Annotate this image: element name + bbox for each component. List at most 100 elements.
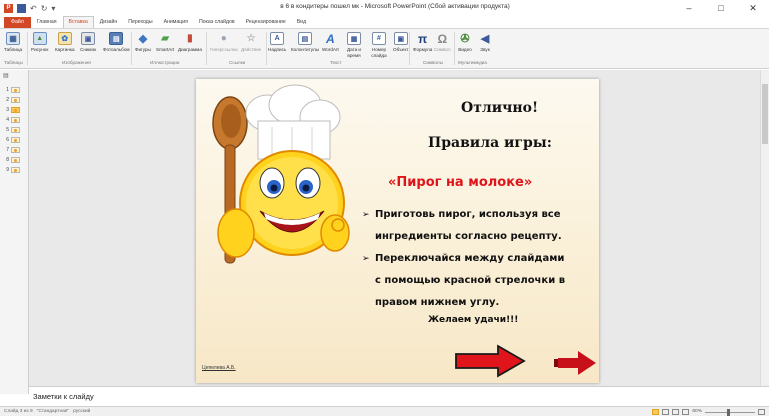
theme-name: "Стандартная" (36, 409, 70, 414)
group-label-tables: Таблицы (4, 60, 23, 65)
tab-file[interactable]: Файл (4, 17, 31, 28)
tab-view[interactable]: Вид (292, 17, 311, 28)
slide-thumbnail[interactable]: 1 (5, 86, 25, 93)
ribbon-insert: ▦ Таблица ▲ Рисунок ✿ Картинка ▣ Снимок … (0, 29, 769, 69)
sorter-view-icon[interactable] (662, 409, 670, 415)
header-footer-button[interactable]: ▤ Колонтитулы (291, 32, 319, 53)
slide-canvas[interactable]: Отлично! Правила игры: «Пирог на молоке»… (196, 79, 599, 383)
maximize-button[interactable]: □ (705, 0, 737, 17)
tab-home[interactable]: Главная (32, 17, 62, 28)
slide-preview (11, 146, 20, 153)
photo-album-button[interactable]: ▤ Фотоальбом (103, 32, 130, 53)
object-button[interactable]: ▣ Объект (393, 32, 409, 53)
group-separator (454, 32, 455, 65)
list-item-continuation: с помощью красной стрелочки в (375, 275, 566, 286)
shapes-button[interactable]: ◆ Фигуры (135, 32, 151, 53)
scrollbar-thumb[interactable] (762, 84, 768, 144)
slide-counter: Слайд 3 из 9 (4, 409, 33, 414)
pane-toggle-icon[interactable]: ▤ (3, 73, 10, 79)
zoom-level[interactable]: 60% (692, 408, 702, 416)
redo-icon[interactable]: ↻ (41, 4, 48, 13)
slide-thumbnail[interactable]: 5 (5, 126, 25, 133)
minimize-button[interactable]: – (673, 0, 705, 17)
bullet-arrow-icon: ➢ (362, 210, 370, 220)
equation-button[interactable]: π Формула (413, 32, 432, 53)
tab-design[interactable]: Дизайн (95, 17, 122, 28)
object-icon: ▣ (393, 32, 408, 45)
zoom-slider-thumb[interactable] (727, 408, 730, 416)
symbol-button[interactable]: Ω Символ (434, 32, 451, 53)
red-arrow-icon[interactable] (454, 344, 526, 378)
action-button[interactable]: ☆ Действие (241, 32, 261, 53)
clipart-button[interactable]: ✿ Картинка (55, 32, 75, 53)
list-item-continuation: правом нижнем углу. (375, 297, 500, 308)
speaker-icon: ◀ (480, 33, 490, 45)
view-controls: 60% (652, 408, 765, 416)
tab-review[interactable]: Рецензирование (241, 17, 291, 28)
slide-number-button[interactable]: # Номер слайда (368, 32, 390, 59)
audio-button[interactable]: ◀ Звук (478, 32, 492, 53)
smartart-button[interactable]: ▰ SmartArt (156, 32, 174, 53)
calendar-icon: ▦ (347, 32, 361, 45)
slide-thumbnail[interactable]: 7 (5, 146, 25, 153)
fit-to-window-icon[interactable] (758, 409, 765, 415)
chart-button[interactable]: ▮ Диаграмма (178, 32, 202, 53)
wordart-button[interactable]: A WordArt (322, 32, 339, 53)
slide-thumbnail-pane: ▤ 1 2 3 4 5 6 7 8 9 (0, 70, 29, 394)
slide-thumbnail[interactable]: 4 (5, 116, 25, 123)
slide-preview (11, 106, 20, 113)
undo-icon[interactable]: ↶ (30, 4, 37, 13)
notes-pane[interactable]: Заметки к слайду (29, 386, 769, 406)
language-indicator[interactable]: русский (73, 408, 90, 416)
date-time-button[interactable]: ▦ Дата и время (345, 32, 363, 59)
normal-view-icon[interactable] (652, 409, 660, 415)
next-slide-arrow-icon[interactable] (554, 350, 598, 376)
slideshow-view-icon[interactable] (682, 409, 690, 415)
screenshot-button[interactable]: ▣ Снимок (80, 32, 96, 53)
slide-preview (11, 96, 20, 103)
group-separator (409, 32, 410, 65)
tab-slideshow[interactable]: Показ слайдов (194, 17, 240, 28)
notes-placeholder[interactable]: Заметки к слайду (33, 392, 94, 401)
slide-preview (11, 136, 20, 143)
status-info: Слайд 3 из 9 "Стандартная" русский (4, 408, 90, 416)
close-button[interactable]: ✕ (737, 0, 769, 17)
picture-button[interactable]: ▲ Рисунок (31, 32, 48, 53)
save-icon[interactable] (17, 4, 26, 13)
wordart-icon: A (326, 31, 335, 46)
vertical-scrollbar[interactable] (760, 70, 769, 386)
slide-thumbnail-selected[interactable]: 3 (5, 106, 25, 113)
table-icon: ▦ (6, 32, 20, 45)
hyperlink-button[interactable]: ● Гиперссылка (210, 32, 238, 53)
reading-view-icon[interactable] (672, 409, 680, 415)
textbox-icon: A (270, 32, 285, 45)
slide-thumbnail[interactable]: 8 (5, 156, 25, 163)
action-icon: ☆ (246, 33, 256, 44)
tab-animations[interactable]: Анимация (159, 17, 193, 28)
slide-thumbnail[interactable]: 2 (5, 96, 25, 103)
slide-thumbnail[interactable]: 6 (5, 136, 25, 143)
video-button[interactable]: ✇ Видео (458, 32, 472, 53)
table-button[interactable]: ▦ Таблица (4, 32, 22, 53)
pi-icon: π (418, 31, 428, 46)
tab-insert[interactable]: Вставка (62, 16, 94, 28)
slide-title: Отлично! (461, 100, 539, 116)
slide-preview (11, 156, 20, 163)
ribbon-tabs: Файл Главная Вставка Дизайн Переходы Ани… (0, 16, 769, 29)
customize-qat-icon[interactable]: ▾ (51, 4, 55, 13)
group-label-text: Текст (330, 60, 342, 65)
status-bar: Слайд 3 из 9 "Стандартная" русский 60% (0, 406, 769, 416)
bullet-arrow-icon: ➢ (362, 254, 370, 264)
rules-heading: Правила игры: (428, 135, 552, 151)
zoom-slider[interactable] (705, 408, 755, 416)
group-label-symbols: Символы (423, 60, 443, 65)
slide-thumbnail[interactable]: 9 (5, 166, 25, 173)
textbox-button[interactable]: A Надпись (268, 32, 286, 53)
window-controls: – □ ✕ (673, 0, 769, 17)
picture-icon: ▲ (32, 32, 47, 45)
game-name: «Пирог на молоке» (388, 175, 533, 190)
chef-smiley-illustration (212, 84, 350, 264)
title-bar: P ↶ ↻ ▾ в 6 в кондитеры пошел мк - Micro… (0, 0, 769, 17)
tab-transitions[interactable]: Переходы (123, 17, 157, 28)
header-footer-icon: ▤ (297, 32, 312, 45)
